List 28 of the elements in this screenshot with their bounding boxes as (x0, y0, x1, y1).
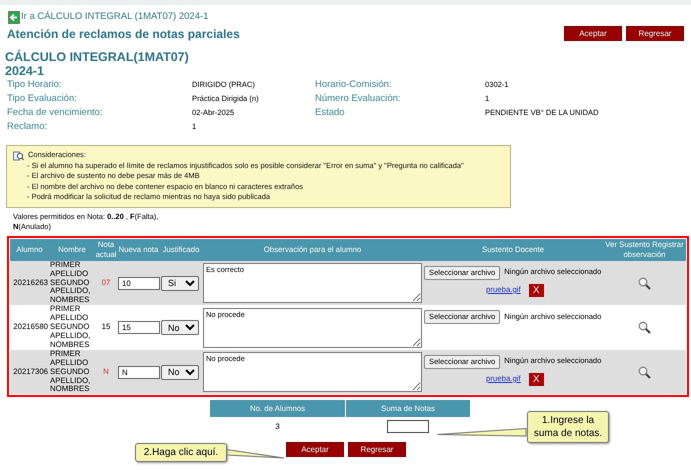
back-button[interactable]: Regresar (626, 26, 684, 42)
search-icon[interactable] (638, 366, 651, 379)
course-title: CÁLCULO INTEGRAL(1MAT07) (5, 51, 190, 65)
page-title: Atención de reclamos de notas parciales (7, 26, 240, 41)
back-link[interactable]: Ir a CÁLCULO INTEGRAL (1MAT07) 2024-1 (8, 10, 208, 24)
justified-select[interactable]: No (161, 364, 199, 380)
field-label: Número Evaluación: (315, 92, 402, 106)
justified-select[interactable]: No (161, 320, 199, 336)
field-label: Estado (315, 106, 346, 120)
field-label: Fecha de vencimiento: (7, 106, 104, 120)
search-icon[interactable] (638, 276, 651, 290)
back-arrow-icon (8, 11, 20, 24)
info-icon (13, 150, 24, 160)
pointer-line (226, 449, 285, 459)
field-label: Reclamo: (7, 120, 48, 134)
field-label: Tipo Horario: (7, 78, 63, 92)
delete-button[interactable]: X (528, 284, 544, 297)
delete-button[interactable]: X (528, 372, 544, 386)
field-label: Horario-Comisión: (315, 78, 393, 92)
back-button[interactable]: Regresar (348, 442, 406, 458)
accept-button[interactable]: Aceptar (564, 26, 622, 42)
grade-sum-field[interactable] (387, 420, 429, 433)
field-label: Tipo Evaluación: (7, 92, 78, 106)
accept-button[interactable]: Aceptar (286, 442, 344, 458)
search-icon[interactable] (638, 321, 651, 334)
course-period: 2024-1 (5, 64, 45, 78)
callout-text: 1.Ingrese la suma de notas. (527, 411, 609, 443)
justified-select[interactable]: Si (161, 276, 199, 291)
